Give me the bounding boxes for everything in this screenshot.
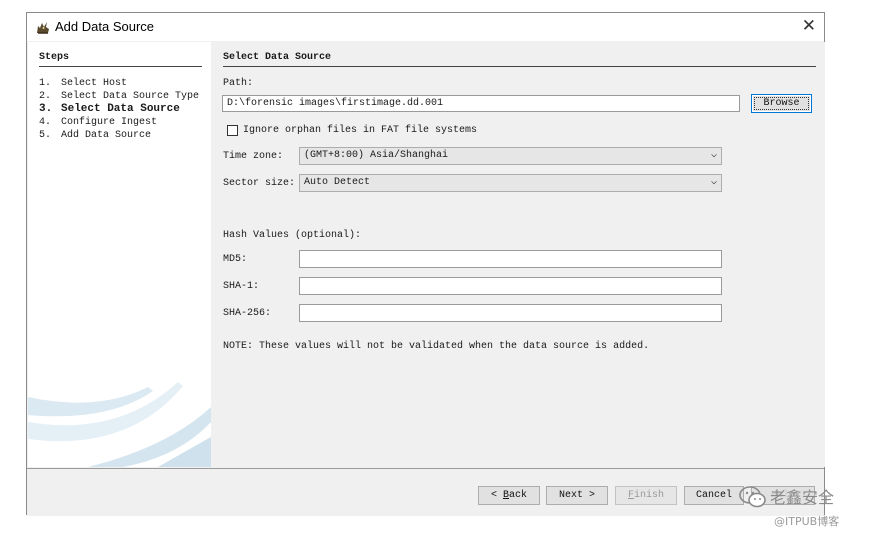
next-button[interactable]: Next >: [546, 486, 608, 505]
wechat-icon: [739, 486, 766, 508]
close-icon[interactable]: ✕: [802, 16, 816, 36]
timezone-label: Time zone:: [223, 151, 284, 162]
sector-size-select[interactable]: Auto Detect ⌵: [299, 174, 722, 192]
step-item-current: 3. Select Data Source: [39, 103, 180, 115]
steps-divider: [39, 66, 202, 67]
finish-button[interactable]: Finish: [615, 486, 677, 505]
autopsy-dog-icon: [37, 22, 49, 34]
md5-input[interactable]: [299, 250, 722, 268]
steps-list: 1. Select Host 2. Select Data Source Type …: [39, 77, 199, 142]
hash-values-heading: Hash Values (optional):: [223, 230, 362, 241]
step-item: 1. Select Host: [39, 78, 128, 89]
browse-button[interactable]: Browse: [751, 94, 812, 113]
timezone-select[interactable]: (GMT+8:00) Asia/Shanghai ⌵: [299, 147, 722, 165]
decorative-swoosh-graphic: [28, 382, 211, 467]
step-item: 4. Configure Ingest: [39, 117, 158, 128]
watermark-text: 老鑫安全: [770, 488, 835, 507]
ignore-orphan-label: Ignore orphan files in FAT file systems: [243, 125, 478, 136]
ignore-orphan-checkbox[interactable]: [227, 125, 238, 136]
sha256-input[interactable]: [299, 304, 722, 322]
step-item: 2. Select Data Source Type: [39, 91, 200, 102]
back-button[interactable]: < Back: [478, 486, 540, 505]
sector-size-label: Sector size:: [223, 178, 296, 189]
section-divider: [223, 66, 816, 67]
sector-size-value: Auto Detect: [304, 177, 371, 188]
timezone-value: (GMT+8:00) Asia/Shanghai: [304, 150, 449, 161]
steps-heading: Steps: [39, 52, 70, 63]
path-label: Path:: [223, 78, 254, 89]
steps-panel: Steps 1. Select Host 2. Select Data Source…: [28, 42, 211, 467]
add-data-source-dialog: Add Data Source ✕ Steps 1. Select Host 2.…: [26, 12, 825, 516]
watermark-subtext: @ITPUB博客: [774, 515, 840, 528]
window-title: Add Data Source: [55, 19, 155, 34]
path-input[interactable]: D:\forensic images\firstimage.dd.001: [222, 95, 740, 112]
chevron-down-icon: ⌵: [710, 150, 717, 161]
sha1-input[interactable]: [299, 277, 722, 295]
button-bar: < Back Next > Finish Cancel Help: [27, 468, 824, 516]
cancel-button[interactable]: Cancel: [684, 486, 744, 505]
sha1-label: SHA-1:: [223, 281, 260, 292]
sha256-label: SHA-256:: [223, 308, 272, 319]
md5-label: MD5:: [223, 254, 248, 265]
chevron-down-icon: ⌵: [710, 177, 717, 188]
select-data-source-panel: Select Data Source Path: D:\forensic ima…: [211, 42, 825, 467]
step-item: 5. Add Data Source: [39, 130, 152, 141]
hash-note: NOTE: These values will not be validated…: [223, 341, 650, 352]
title-bar: Add Data Source ✕: [27, 13, 824, 41]
section-heading: Select Data Source: [223, 52, 332, 63]
